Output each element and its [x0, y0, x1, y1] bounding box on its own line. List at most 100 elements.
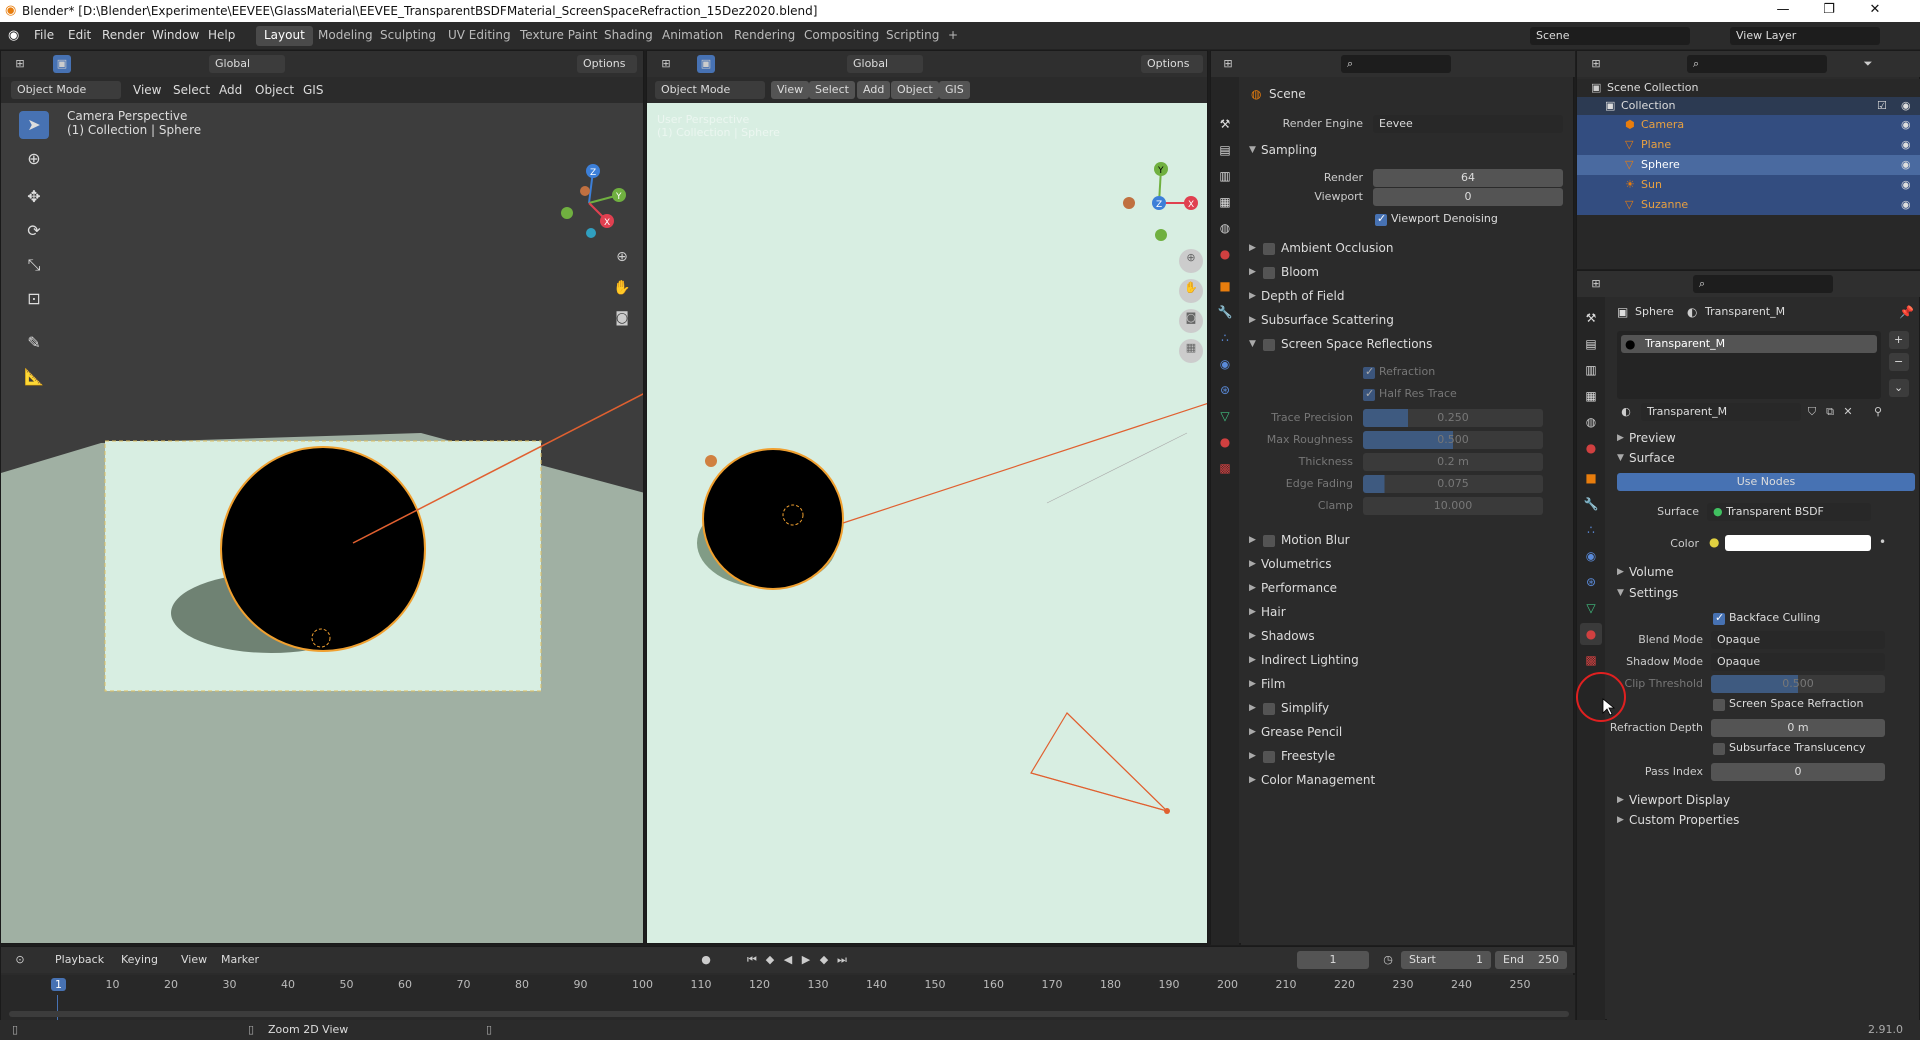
panel-bloom[interactable]: Bloom	[1281, 265, 1319, 279]
menu-help[interactable]: Help	[208, 28, 235, 42]
panel-performance[interactable]: Performance	[1261, 581, 1337, 595]
use-nodes-button[interactable]: Use Nodes	[1617, 473, 1915, 491]
menu-gis-2[interactable]: GIS	[939, 81, 970, 99]
playhead-line[interactable]	[57, 995, 58, 1021]
shadow-mode-dropdown[interactable]: Opaque	[1711, 653, 1885, 671]
panel-ssr[interactable]: Screen Space Reflections	[1281, 337, 1432, 351]
thickness-field[interactable]: 0.2 m	[1363, 453, 1543, 471]
add-slot-button[interactable]: +	[1889, 331, 1909, 349]
node-tree-icon[interactable]: ⚲	[1869, 403, 1887, 421]
minimize-button[interactable]: —	[1760, 2, 1806, 17]
eye-icon[interactable]: ◉	[1901, 99, 1911, 112]
bloom-checkbox[interactable]	[1263, 267, 1275, 279]
duplicate-icon[interactable]: ⧉	[1821, 403, 1839, 421]
play-reverse-icon[interactable]: ◀	[779, 951, 797, 969]
trace-precision-field[interactable]: 0.250	[1363, 409, 1543, 427]
transform-tool-icon[interactable]: ⊡	[19, 285, 49, 313]
physics-tab-icon-2[interactable]: ◉	[1580, 545, 1602, 567]
menu-select[interactable]: Select	[173, 83, 210, 97]
zoom-icon[interactable]: ⊕	[613, 248, 631, 266]
orientation-dropdown[interactable]: Global	[209, 55, 285, 73]
outliner-row-plane[interactable]: ▽ Plane ◉	[1577, 135, 1920, 155]
texture-tab-icon[interactable]: ▩	[1214, 457, 1236, 479]
surface-shader-field[interactable]: ● Transparent BSDF	[1707, 503, 1871, 521]
physics-tab-icon[interactable]: ◉	[1214, 353, 1236, 375]
screen-space-refraction-checkbox[interactable]	[1713, 699, 1725, 711]
menu-window[interactable]: Window	[152, 28, 199, 42]
jump-end-icon[interactable]: ⏭	[833, 951, 851, 969]
tab-rendering[interactable]: Rendering	[726, 26, 803, 46]
scale-tool-icon[interactable]: ⤡	[19, 251, 49, 279]
ssr-checkbox[interactable]	[1263, 339, 1275, 351]
tab-shading[interactable]: Shading	[596, 26, 661, 46]
move-tool-icon[interactable]: ✥	[19, 183, 49, 211]
select-box-icon-2[interactable]: ▣	[697, 55, 715, 73]
tab-animation[interactable]: Animation	[654, 26, 731, 46]
close-button[interactable]: ✕	[1852, 2, 1898, 17]
eye-icon[interactable]: ◉	[1901, 198, 1911, 211]
material-browse-icon[interactable]: ◐	[1617, 403, 1635, 421]
menu-render[interactable]: Render	[102, 28, 145, 42]
tab-modeling[interactable]: Modeling	[310, 26, 381, 46]
tool-tab-icon[interactable]: ⚒	[1214, 113, 1236, 135]
unlink-icon[interactable]: ✕	[1839, 403, 1857, 421]
backface-culling-checkbox[interactable]	[1713, 611, 1725, 625]
eye-icon[interactable]: ◉	[1901, 158, 1911, 171]
menu-edit[interactable]: Edit	[68, 28, 91, 42]
viewport-user[interactable]: ⊞ ▣ Global Options Object Mode View Sele…	[646, 50, 1208, 944]
eye-icon[interactable]: ◉	[1901, 178, 1911, 191]
editor-type-icon-2[interactable]: ⊞	[657, 55, 675, 73]
rotate-tool-icon[interactable]: ⟳	[19, 217, 49, 245]
tab-scripting[interactable]: Scripting	[878, 26, 947, 46]
menu-view-2[interactable]: View	[771, 81, 810, 99]
fake-user-icon[interactable]: ⛉	[1803, 403, 1821, 421]
data-tab-icon-2[interactable]: ▽	[1580, 597, 1602, 619]
modifier-tab-icon[interactable]: 🔧	[1214, 301, 1236, 323]
blender-menu-icon[interactable]: ◉	[8, 28, 19, 43]
editor-type-icon-3[interactable]: ⊞	[1219, 55, 1237, 73]
viewport-samples-field[interactable]: 0	[1373, 188, 1563, 206]
keying-menu[interactable]: Keying	[121, 953, 158, 966]
cursor-tool-icon[interactable]: ⊕	[19, 145, 49, 173]
motion-blur-checkbox[interactable]	[1263, 535, 1275, 547]
view-layer-tab-icon-2[interactable]: ▦	[1580, 385, 1602, 407]
viewport-camera[interactable]: ⊞ ▣ Global Options Object Mode View Sele…	[0, 50, 644, 944]
panel-viewport-display[interactable]: Viewport Display	[1629, 793, 1730, 807]
select-tool-icon[interactable]: ➤	[19, 111, 49, 139]
nav-gizmo-1[interactable]: Z Y X	[551, 161, 631, 251]
next-keyframe-icon[interactable]: ◆	[815, 951, 833, 969]
editor-type-icon-6[interactable]: ⊙	[11, 951, 29, 969]
view-menu[interactable]: View	[181, 953, 207, 966]
jump-start-icon[interactable]: ⏮	[743, 951, 761, 969]
panel-sampling[interactable]: Sampling	[1261, 143, 1317, 157]
render-samples-field[interactable]: 64	[1373, 169, 1563, 187]
properties-search[interactable]: ⌕	[1341, 55, 1451, 73]
panel-freestyle[interactable]: Freestyle	[1281, 749, 1335, 763]
world-tab-icon-2[interactable]: ●	[1580, 437, 1602, 459]
scene-collection-label[interactable]: Scene Collection	[1607, 81, 1698, 94]
output-tab-icon[interactable]: ▥	[1214, 165, 1236, 187]
editor-type-icon[interactable]: ⊞	[11, 55, 29, 73]
panel-volume[interactable]: Volume	[1629, 565, 1674, 579]
material-search[interactable]: ⌕	[1693, 275, 1833, 293]
menu-object-2[interactable]: Object	[891, 81, 939, 99]
constraints-tab-icon[interactable]: ⊛	[1214, 379, 1236, 401]
timeline-scrollbar[interactable]	[9, 1011, 1569, 1017]
options-dropdown[interactable]: Options	[577, 55, 637, 73]
measure-tool-icon[interactable]: 📐	[19, 363, 49, 391]
clamp-field[interactable]: 10.000	[1363, 497, 1543, 515]
tool-tab-icon-2[interactable]: ⚒	[1580, 307, 1602, 329]
mode-dropdown-2[interactable]: Object Mode	[655, 81, 765, 99]
nav-gizmo-2[interactable]: Y X Z	[1115, 159, 1205, 249]
viewport-denoising-checkbox[interactable]	[1375, 212, 1387, 226]
maximize-button[interactable]: ❐	[1806, 2, 1852, 17]
outliner-row-sphere[interactable]: ▽ Sphere ◉	[1577, 155, 1920, 175]
panel-surface[interactable]: Surface	[1629, 451, 1675, 465]
filter-icon[interactable]: ⏷	[1859, 55, 1877, 73]
collection-row[interactable]: ▣ Collection ☑ ◉	[1577, 97, 1920, 115]
scene-tab-icon-2[interactable]: ◍	[1580, 411, 1602, 433]
world-tab-icon[interactable]: ●	[1214, 243, 1236, 265]
menu-file[interactable]: File	[34, 28, 54, 42]
mode-dropdown[interactable]: Object Mode	[11, 81, 121, 99]
color-keyframe-icon[interactable]: •	[1879, 535, 1886, 549]
